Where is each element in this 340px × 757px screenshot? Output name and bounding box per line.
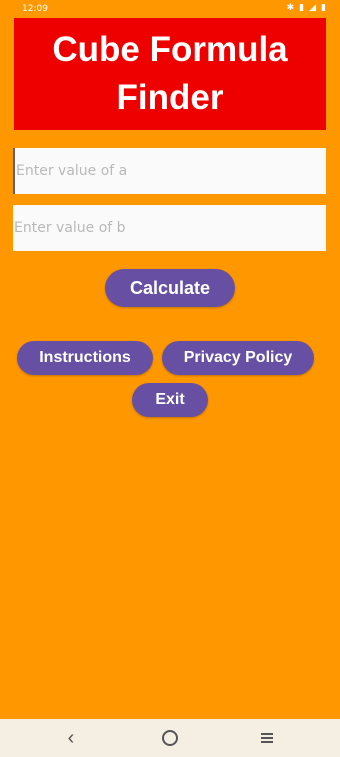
signal-icon: ▮ [299,3,305,13]
wifi-icon: ◢ [309,3,317,13]
battery-icon: ▮ [321,3,326,13]
app-header: Cube Formula Finder [14,18,326,130]
value-a-input[interactable] [13,148,326,194]
back-icon[interactable]: ‹ [56,719,86,757]
app-title: Cube Formula Finder [52,30,288,117]
recents-icon[interactable] [252,719,282,757]
value-b-input[interactable] [13,205,326,251]
status-icons: ✱ ▮ ◢ ▮ [287,3,326,13]
calculate-button[interactable]: Calculate [105,269,235,307]
privacy-policy-button[interactable]: Privacy Policy [162,341,314,375]
status-time: 12:09 [22,4,48,14]
exit-button[interactable]: Exit [132,383,208,417]
bluetooth-icon: ✱ [286,3,295,13]
system-nav-bar: ‹ [0,719,340,757]
status-bar: 12:09 ✱ ▮ ◢ ▮ [0,0,340,18]
home-icon[interactable] [155,719,185,757]
instructions-button[interactable]: Instructions [17,341,153,375]
